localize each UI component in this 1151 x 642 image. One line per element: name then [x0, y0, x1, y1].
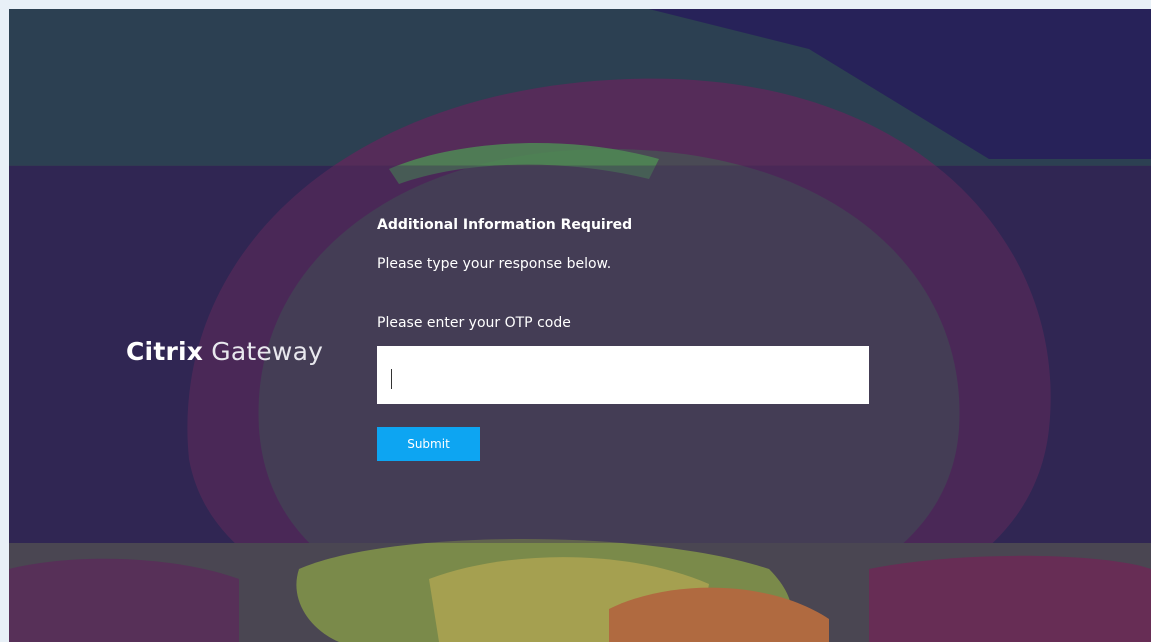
login-page: Citrix Gateway Additional Information Re… — [9, 9, 1151, 642]
otp-input-wrapper — [377, 346, 877, 404]
text-caret — [391, 369, 392, 389]
brand-logo: Citrix Gateway — [126, 337, 323, 366]
otp-form: Additional Information Required Please t… — [377, 214, 877, 461]
brand-name-light: Gateway — [211, 337, 324, 366]
otp-input[interactable] — [377, 346, 869, 404]
otp-label: Please enter your OTP code — [377, 315, 571, 331]
submit-button[interactable]: Submit — [377, 427, 480, 461]
form-title: Additional Information Required — [377, 217, 633, 233]
form-subtitle: Please type your response below. — [377, 256, 612, 272]
brand-name-bold: Citrix — [126, 337, 204, 366]
